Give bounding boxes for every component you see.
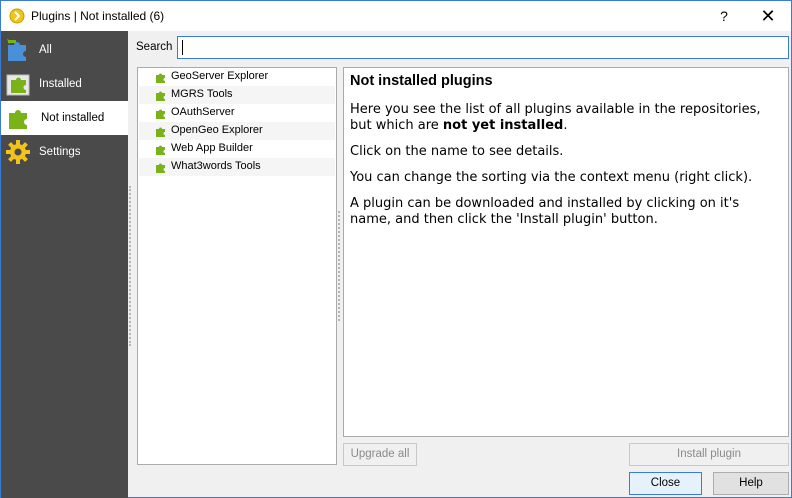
details-paragraph: You can change the sorting via the conte… (350, 170, 753, 185)
puzzle-all-icon (7, 39, 26, 61)
plugin-puzzle-icon (156, 73, 165, 83)
puzzle-not-installed-icon (9, 110, 27, 129)
sidebar-item-label: Not installed (41, 112, 105, 124)
details-paragraph: Here you see the list of all plugins ava… (350, 102, 761, 133)
category-sidebar: All Installed Not installed Settings (1, 31, 128, 498)
gear-icon (6, 140, 30, 164)
sidebar-splitter-handle[interactable] (129, 186, 133, 346)
details-paragraph: Click on the name to see details. (350, 144, 564, 159)
plugin-name: OAuthServer (171, 106, 235, 118)
list-splitter-handle[interactable] (338, 211, 342, 321)
plugin-name: OpenGeo Explorer (171, 124, 263, 136)
search-label: Search (136, 41, 173, 53)
plugin-name: MGRS Tools (171, 88, 233, 100)
plugin-name: Web App Builder (171, 142, 253, 154)
search-input[interactable] (177, 36, 789, 59)
sidebar-item-label: Settings (39, 146, 81, 158)
list-item[interactable]: OpenGeo Explorer (139, 122, 335, 140)
plugin-puzzle-icon (156, 127, 165, 137)
sidebar-item-all[interactable]: All (1, 33, 128, 67)
sidebar-item-label: All (39, 44, 52, 56)
plugin-name: What3words Tools (171, 160, 261, 172)
title-bar: Plugins | Not installed (6) ? ✕ (1, 1, 791, 31)
details-paragraph: A plugin can be downloaded and installed… (350, 196, 740, 227)
list-item[interactable]: OAuthServer (139, 104, 335, 122)
plugins-dialog: Plugins | Not installed (6) ? ✕ All Inst… (0, 0, 792, 498)
details-heading: Not installed plugins (350, 73, 493, 89)
plugin-puzzle-icon (156, 91, 165, 101)
sidebar-item-installed[interactable]: Installed (1, 67, 128, 101)
plugin-name: GeoServer Explorer (171, 70, 269, 82)
plugin-puzzle-icon (156, 145, 165, 155)
plugin-details-panel: Not installed plugins Here you see the l… (343, 67, 789, 437)
sidebar-item-label: Installed (39, 78, 82, 90)
sidebar-item-settings[interactable]: Settings (1, 135, 128, 169)
details-bold-text: not yet installed (442, 118, 564, 133)
plugin-puzzle-icon (156, 109, 165, 119)
qgis-logo-icon (9, 8, 25, 24)
close-icon[interactable]: ✕ (753, 4, 783, 28)
close-button[interactable]: Close (629, 472, 702, 495)
plugin-puzzle-icon (156, 163, 165, 173)
list-item[interactable]: MGRS Tools (139, 86, 335, 104)
list-item[interactable]: GeoServer Explorer (139, 68, 335, 86)
list-item[interactable]: Web App Builder (139, 140, 335, 158)
help-icon[interactable]: ? (709, 4, 739, 28)
plugin-list[interactable]: GeoServer Explorer MGRS Tools OAuthServe… (137, 67, 337, 465)
help-button[interactable]: Help (713, 472, 789, 495)
puzzle-installed-icon (6, 74, 30, 96)
list-item[interactable]: What3words Tools (139, 158, 335, 176)
window-title: Plugins | Not installed (6) (31, 9, 165, 23)
sidebar-item-not-installed[interactable]: Not installed (1, 101, 128, 135)
install-plugin-button[interactable]: Install plugin (629, 443, 789, 466)
upgrade-all-button[interactable]: Upgrade all (343, 443, 417, 466)
text-caret (182, 40, 183, 55)
